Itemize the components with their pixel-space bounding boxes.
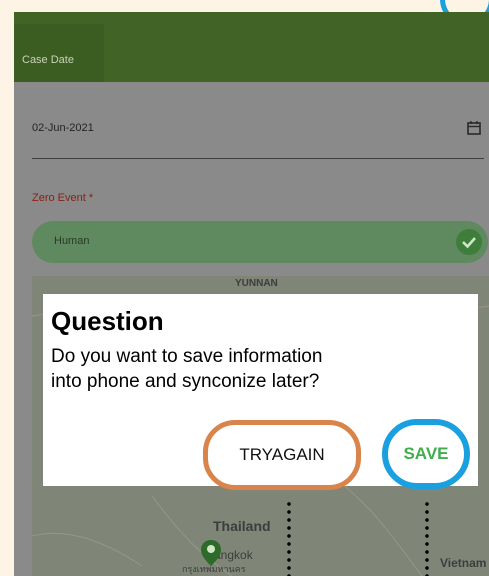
map-pin-icon[interactable] — [201, 540, 221, 566]
question-dialog: Question Do you want to save information… — [43, 294, 478, 490]
case-date-value[interactable]: 02-Jun-2021 — [32, 122, 94, 134]
zero-event-value: Human — [54, 235, 90, 247]
save-button[interactable]: SAVE — [382, 419, 470, 489]
check-circle-icon — [456, 229, 482, 255]
annotation-dotted-line-right — [425, 500, 429, 576]
dialog-title: Question — [51, 306, 164, 336]
calendar-icon[interactable] — [466, 120, 482, 136]
tab-case-date[interactable]: Case Date — [14, 24, 104, 82]
try-again-button[interactable]: TRYAGAIN — [203, 420, 361, 490]
annotation-dotted-line-left — [287, 500, 291, 576]
map-label-thailand: Thailand — [213, 518, 271, 534]
zero-event-label: Zero Event * — [32, 192, 94, 204]
date-underline — [32, 158, 484, 159]
app-header: Case Date — [14, 12, 489, 82]
tab-label: Case Date — [22, 54, 74, 66]
map-label-yunnan: YUNNAN — [235, 278, 278, 289]
dialog-message: Do you want to save information into pho… — [51, 346, 323, 392]
zero-event-select[interactable]: Human — [32, 221, 488, 263]
map-label-vietnam: Vietnam — [440, 556, 487, 570]
